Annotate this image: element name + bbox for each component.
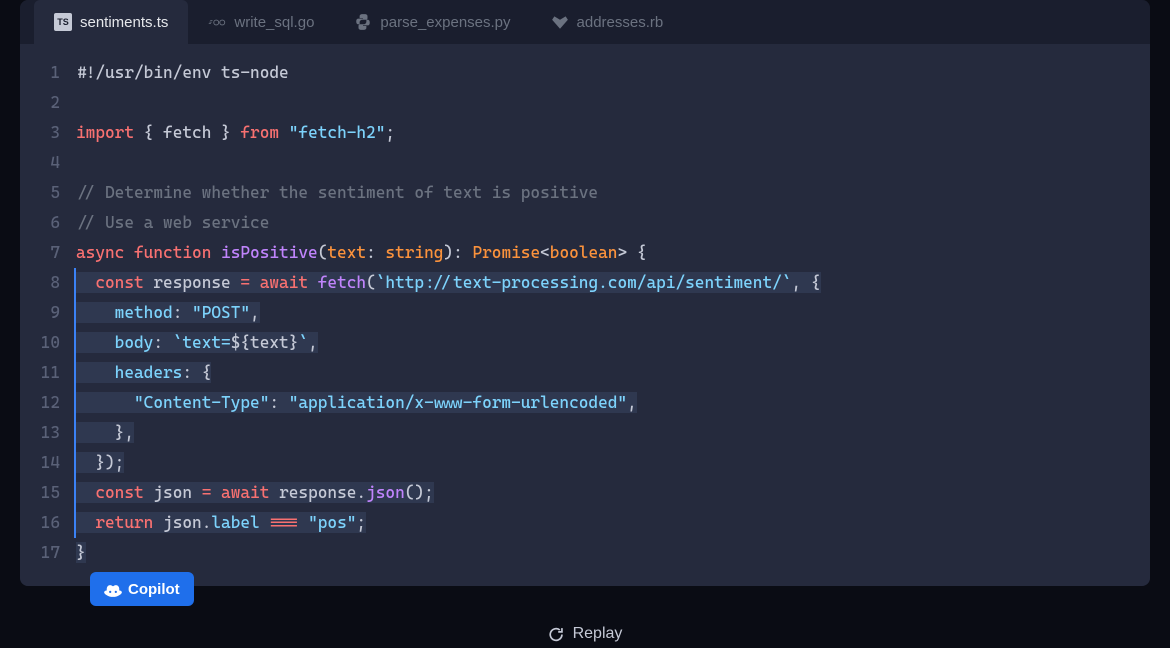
code-line[interactable]: 10 body: `text=${text}`,	[20, 328, 1150, 358]
code-line[interactable]: 15 const json = await response.json();	[20, 478, 1150, 508]
tab-label: addresses.rb	[577, 14, 664, 31]
python-icon	[354, 13, 372, 31]
code-line[interactable]: 4	[20, 148, 1150, 178]
code-content[interactable]: // Use a web service	[76, 208, 1150, 238]
code-line[interactable]: 1#!/usr/bin/env ts-node	[20, 58, 1150, 88]
code-content[interactable]: const json = await response.json();	[74, 478, 1150, 508]
replay-button[interactable]: Replay	[548, 625, 623, 643]
copilot-icon	[104, 580, 122, 598]
code-content[interactable]: });	[74, 448, 1150, 478]
code-content[interactable]: },	[74, 418, 1150, 448]
code-line[interactable]: 16 return json.label === "pos";	[20, 508, 1150, 538]
tab-label: sentiments.ts	[80, 14, 168, 31]
code-content[interactable]: }	[76, 538, 1150, 568]
typescript-icon: TS	[54, 13, 72, 31]
tab-addresses-rb[interactable]: addresses.rb	[531, 0, 684, 44]
line-number: 17	[20, 538, 76, 568]
line-number: 12	[20, 388, 76, 418]
copilot-badge[interactable]: Copilot	[90, 572, 194, 606]
copilot-label: Copilot	[128, 581, 180, 598]
line-number: 1	[20, 58, 76, 88]
line-number: 10	[20, 328, 76, 358]
code-content[interactable]: return json.label === "pos";	[74, 508, 1150, 538]
code-content[interactable]: "Content-Type": "application/x-www-form-…	[74, 388, 1150, 418]
code-editor: TS sentiments.ts write_sql.go parse_expense…	[20, 0, 1150, 586]
code-line[interactable]: 8 const response = await fetch(`http://t…	[20, 268, 1150, 298]
replay-label: Replay	[573, 625, 623, 643]
tab-label: parse_expenses.py	[380, 14, 510, 31]
line-number: 2	[20, 88, 76, 118]
tabs-bar: TS sentiments.ts write_sql.go parse_expense…	[20, 0, 1150, 44]
line-number: 5	[20, 178, 76, 208]
line-number: 6	[20, 208, 76, 238]
code-line[interactable]: 14 });	[20, 448, 1150, 478]
tab-sentiments-ts[interactable]: TS sentiments.ts	[34, 0, 188, 44]
tab-label: write_sql.go	[234, 14, 314, 31]
code-line[interactable]: 17}	[20, 538, 1150, 568]
line-number: 13	[20, 418, 76, 448]
code-line[interactable]: 7async function isPositive(text: string)…	[20, 238, 1150, 268]
code-line[interactable]: 9 method: "POST",	[20, 298, 1150, 328]
code-line[interactable]: 13 },	[20, 418, 1150, 448]
code-line[interactable]: 11 headers: {	[20, 358, 1150, 388]
ruby-icon	[551, 13, 569, 31]
code-content[interactable]: // Determine whether the sentiment of te…	[76, 178, 1150, 208]
line-number: 15	[20, 478, 76, 508]
code-line[interactable]: 12 "Content-Type": "application/x-www-fo…	[20, 388, 1150, 418]
line-number: 11	[20, 358, 76, 388]
replay-icon	[548, 626, 565, 643]
code-line[interactable]: 3import { fetch } from "fetch-h2";	[20, 118, 1150, 148]
code-line[interactable]: 5// Determine whether the sentiment of t…	[20, 178, 1150, 208]
line-number: 3	[20, 118, 76, 148]
code-line[interactable]: 2	[20, 88, 1150, 118]
code-line[interactable]: 6// Use a web service	[20, 208, 1150, 238]
tab-write_sql-go[interactable]: write_sql.go	[188, 0, 334, 44]
code-content[interactable]: async function isPositive(text: string):…	[76, 238, 1150, 268]
line-number: 14	[20, 448, 76, 478]
code-content[interactable]: headers: {	[74, 358, 1150, 388]
code-area[interactable]: 1#!/usr/bin/env ts-node23import { fetch …	[20, 44, 1150, 586]
line-number: 4	[20, 148, 76, 178]
code-content[interactable]: import { fetch } from "fetch-h2";	[76, 118, 1150, 148]
line-number: 9	[20, 298, 76, 328]
line-number: 8	[20, 268, 76, 298]
go-icon	[208, 17, 226, 28]
code-content[interactable]: body: `text=${text}`,	[74, 328, 1150, 358]
line-number: 16	[20, 508, 76, 538]
tab-parse_expenses-py[interactable]: parse_expenses.py	[334, 0, 530, 44]
code-content[interactable]: const response = await fetch(`http://tex…	[74, 268, 1150, 298]
line-number: 7	[20, 238, 76, 268]
code-content[interactable]: method: "POST",	[74, 298, 1150, 328]
code-content[interactable]: #!/usr/bin/env ts-node	[76, 58, 1150, 88]
